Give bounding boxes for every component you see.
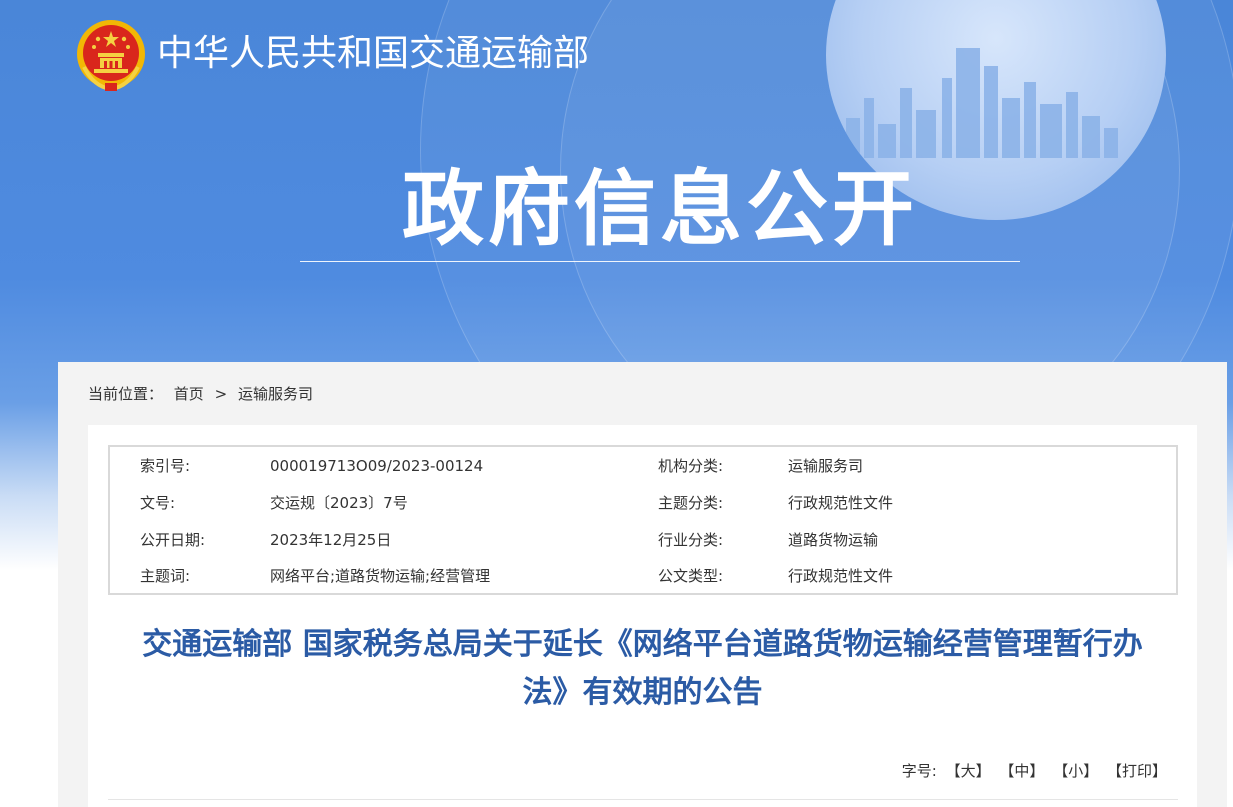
document-title-line: 法》有效期的公告 [522, 675, 763, 710]
meta-label: 主题词: [140, 567, 191, 585]
meta-row: 主题词: 网络平台;道路货物运输;经营管理 公文类型: 行政规范性文件 [110, 558, 1176, 594]
meta-value: 网络平台;道路货物运输;经营管理 [270, 567, 491, 585]
meta-row: 文号: 交运规〔2023〕7号 主题分类: 行政规范性文件 [110, 485, 1176, 521]
document-title-line: 交通运输部 国家税务总局关于延长《网络平台道路货物运输经营管理暂行办 [142, 627, 1143, 662]
meta-value: 行政规范性文件 [788, 567, 894, 585]
document-metadata-table: 索引号: 000019713O09/2023-00124 机构分类: 运输服务司… [108, 445, 1178, 595]
content-panel: 当前位置： 首页 > 运输服务司 索引号: 000019713O09/2023-… [58, 362, 1227, 807]
font-size-small-button[interactable]: 【小】 [1053, 762, 1098, 780]
meta-label: 行业分类: [658, 531, 724, 549]
meta-value: 000019713O09/2023-00124 [270, 457, 484, 475]
meta-value: 行政规范性文件 [788, 494, 894, 512]
font-size-medium-button[interactable]: 【中】 [999, 762, 1044, 780]
meta-label: 公开日期: [140, 531, 206, 549]
meta-label: 公文类型: [658, 567, 724, 585]
meta-label: 文号: [140, 494, 176, 512]
font-size-controls: 字号: 【大】 【中】 【小】 【打印】 [902, 761, 1167, 781]
breadcrumb: 当前位置： 首页 > 运输服务司 [88, 384, 319, 404]
breadcrumb-separator: > [214, 385, 228, 403]
meta-label: 主题分类: [658, 494, 724, 512]
document-title: 交通运输部 国家税务总局关于延长《网络平台道路货物运输经营管理暂行办 法》有效期… [88, 621, 1197, 717]
meta-label: 机构分类: [658, 457, 724, 475]
meta-row: 公开日期: 2023年12月25日 行业分类: 道路货物运输 [110, 522, 1176, 558]
print-button[interactable]: 【打印】 [1107, 762, 1167, 780]
banner-title: 政府信息公开 [401, 162, 918, 257]
meta-value: 运输服务司 [788, 457, 864, 475]
meta-label: 索引号: [140, 457, 191, 475]
breadcrumb-label: 当前位置： [88, 385, 164, 403]
document-card: 索引号: 000019713O09/2023-00124 机构分类: 运输服务司… [88, 425, 1197, 807]
font-size-label: 字号: [901, 762, 937, 780]
meta-value: 道路货物运输 [788, 531, 879, 549]
content-divider [108, 799, 1178, 800]
font-size-large-button[interactable]: 【大】 [946, 762, 991, 780]
breadcrumb-item-home[interactable]: 首页 [174, 385, 204, 403]
meta-value: 2023年12月25日 [270, 531, 392, 549]
ministry-name: 中华人民共和国交通运输部 [157, 33, 590, 74]
meta-row: 索引号: 000019713O09/2023-00124 机构分类: 运输服务司 [110, 448, 1176, 484]
national-emblem-icon [77, 20, 145, 92]
breadcrumb-item-transport-services[interactable]: 运输服务司 [238, 385, 313, 403]
meta-value: 交运规〔2023〕7号 [270, 494, 408, 512]
banner-divider [300, 261, 1020, 262]
